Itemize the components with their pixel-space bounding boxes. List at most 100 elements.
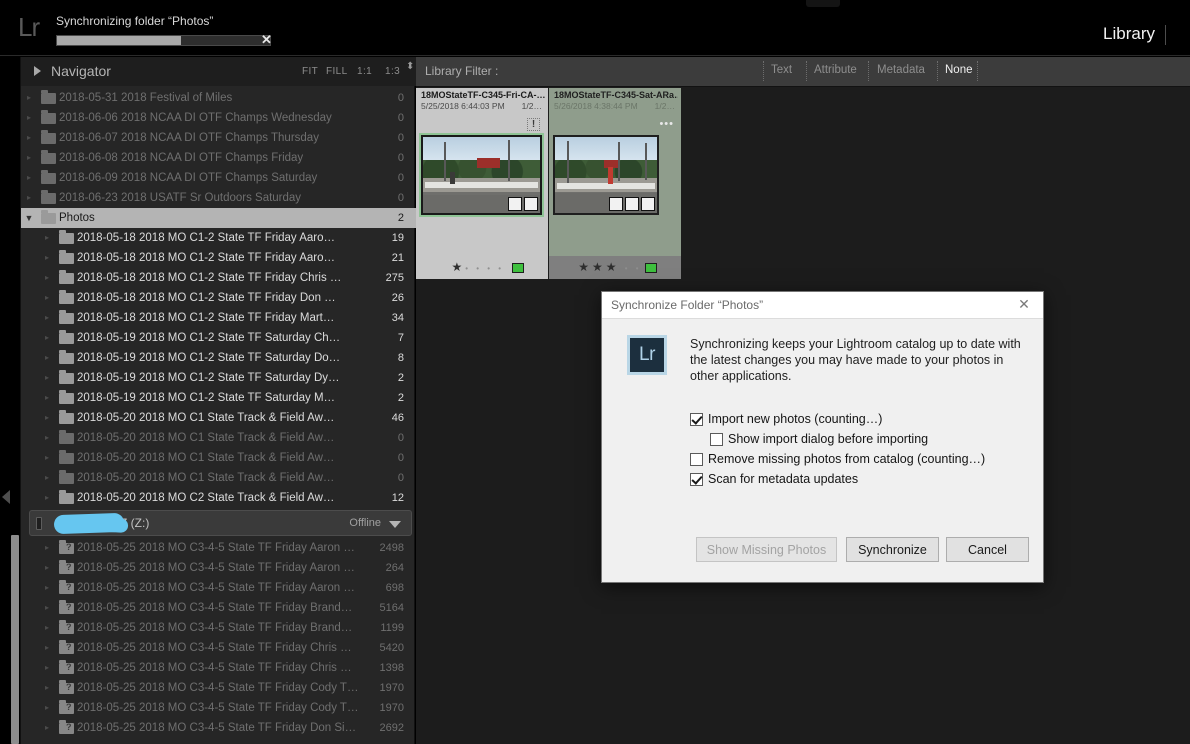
- folder-row[interactable]: ▸? 2018-05-25 2018 MO C3-4-5 State TF Fri…: [21, 698, 416, 718]
- folder-row[interactable]: ▸ 2018-05-18 2018 MO C1-2 State TF Friday…: [21, 268, 416, 288]
- checkbox-import-new-photos[interactable]: Import new photos (counting…): [690, 412, 882, 426]
- grid-cell[interactable]: 18MOStateTF-C345-Sat-ARa… 5/26/2018 4:38…: [549, 88, 681, 279]
- thumbnail-image[interactable]: [419, 133, 544, 217]
- folder-collapse-icon[interactable]: ▼: [21, 213, 37, 223]
- checkbox-box[interactable]: [690, 453, 703, 466]
- close-icon[interactable]: ✕: [1013, 296, 1035, 314]
- cell-rating-bar[interactable]: ★• • • •: [416, 256, 548, 279]
- folder-expand-icon[interactable]: ▸: [39, 663, 55, 673]
- offline-drive-row[interactable]: Z (Z:) Offline: [29, 510, 412, 536]
- missing-photo-warning-icon[interactable]: !: [527, 118, 540, 131]
- module-library[interactable]: Library: [1103, 24, 1155, 44]
- navigator-header[interactable]: Navigator FIT FILL 1:1 1:3 ⬍: [21, 57, 416, 86]
- folder-expand-icon[interactable]: ▸: [39, 583, 55, 593]
- color-label-swatch[interactable]: [645, 263, 657, 273]
- filter-chip-metadata[interactable]: Metadata: [877, 64, 925, 76]
- left-panel-collapse-arrow-icon[interactable]: [2, 490, 10, 504]
- folder-row[interactable]: ▸ 2018-05-19 2018 MO C1-2 State TF Saturd…: [21, 328, 416, 348]
- folder-expand-icon[interactable]: ▸: [39, 273, 55, 283]
- folder-row[interactable]: ▸ 2018-06-08 2018 NCAA DI OTF Champs Frid…: [21, 148, 416, 168]
- folder-row[interactable]: ▸ 2018-05-18 2018 MO C1-2 State TF Friday…: [21, 248, 416, 268]
- folder-tree[interactable]: ▸ 2018-05-31 2018 Festival of Miles 0 ▸ 2018…: [21, 88, 416, 744]
- color-label-swatch[interactable]: [512, 263, 524, 273]
- cell-rating-bar[interactable]: ★★★ • •: [549, 256, 681, 279]
- cancel-button[interactable]: Cancel: [946, 537, 1029, 562]
- folder-row[interactable]: ▸ 2018-05-31 2018 Festival of Miles 0: [21, 88, 416, 108]
- thumbnail-image[interactable]: [553, 135, 659, 215]
- folder-expand-icon[interactable]: ▸: [39, 433, 55, 443]
- zoom-level-fit[interactable]: FIT: [302, 66, 318, 77]
- folder-expand-icon[interactable]: ▸: [21, 93, 37, 103]
- zoom-level-fill[interactable]: FILL: [326, 66, 348, 77]
- folder-row[interactable]: ▸ 2018-05-20 2018 MO C1 State Track & Fie…: [21, 468, 416, 488]
- folder-expand-icon[interactable]: ▸: [39, 683, 55, 693]
- folder-row[interactable]: ▸? 2018-05-25 2018 MO C3-4-5 State TF Fri…: [21, 618, 416, 638]
- left-scrollbar-thumb[interactable]: [11, 535, 19, 744]
- folder-row[interactable]: ▸ 2018-05-19 2018 MO C1-2 State TF Saturd…: [21, 388, 416, 408]
- folder-expand-icon[interactable]: ▸: [39, 393, 55, 403]
- folder-expand-icon[interactable]: ▸: [21, 193, 37, 203]
- zoom-level-1-3[interactable]: 1:3: [385, 66, 400, 77]
- folder-expand-icon[interactable]: ▸: [39, 473, 55, 483]
- folder-row[interactable]: ▸? 2018-05-25 2018 MO C3-4-5 State TF Fri…: [21, 718, 416, 738]
- zoom-stepper-icon[interactable]: ⬍: [406, 62, 414, 72]
- folder-expand-icon[interactable]: ▸: [39, 643, 55, 653]
- zoom-level-1-1[interactable]: 1:1: [357, 66, 372, 77]
- folder-expand-icon[interactable]: ▸: [21, 133, 37, 143]
- folder-expand-icon[interactable]: ▸: [39, 603, 55, 613]
- checkbox-box[interactable]: [690, 413, 703, 426]
- filter-chip-none[interactable]: None: [945, 64, 973, 76]
- cancel-sync-icon[interactable]: ✕: [261, 33, 272, 47]
- show-missing-photos-button[interactable]: Show Missing Photos: [696, 537, 837, 562]
- folder-row[interactable]: ▸ 2018-06-23 2018 USATF Sr Outdoors Satur…: [21, 188, 416, 208]
- checkbox-scan-metadata-updates[interactable]: Scan for metadata updates: [690, 472, 858, 486]
- folder-expand-icon[interactable]: ▸: [39, 313, 55, 323]
- folder-row[interactable]: ▸ 2018-06-06 2018 NCAA DI OTF Champs Wedn…: [21, 108, 416, 128]
- folder-row[interactable]: ▸ 2018-06-07 2018 NCAA DI OTF Champs Thur…: [21, 128, 416, 148]
- folder-row[interactable]: ▸ 2018-05-20 2018 MO C2 State Track & Fie…: [21, 488, 416, 508]
- folder-expand-icon[interactable]: ▸: [39, 293, 55, 303]
- top-panel-collapse-handle[interactable]: [806, 0, 840, 7]
- folder-row[interactable]: ▸? 2018-05-25 2018 MO C3-4-5 State TF Fri…: [21, 538, 416, 558]
- star-rating[interactable]: ★• • • •: [451, 261, 504, 275]
- folder-row[interactable]: ▸ 2018-05-20 2018 MO C1 State Track & Fie…: [21, 428, 416, 448]
- folder-row[interactable]: ▸ 2018-06-09 2018 NCAA DI OTF Champs Satu…: [21, 168, 416, 188]
- folder-expand-icon[interactable]: ▸: [39, 623, 55, 633]
- folder-expand-icon[interactable]: ▸: [39, 543, 55, 553]
- cell-overflow-dots-icon[interactable]: •••: [659, 119, 674, 130]
- checkbox-remove-missing-photos[interactable]: Remove missing photos from catalog (coun…: [690, 452, 985, 466]
- checkbox-box[interactable]: [710, 433, 723, 446]
- folder-row[interactable]: ▸ 2018-05-18 2018 MO C1-2 State TF Friday…: [21, 228, 416, 248]
- folder-row[interactable]: ▸? 2018-05-25 2018 MO C3-4-5 State TF Fri…: [21, 658, 416, 678]
- folder-expand-icon[interactable]: ▸: [21, 113, 37, 123]
- folder-row[interactable]: ▸? 2018-05-25 2018 MO C3-4-5 State TF Fri…: [21, 638, 416, 658]
- folder-expand-icon[interactable]: ▸: [39, 453, 55, 463]
- folder-row[interactable]: ▸? 2018-05-25 2018 MO C3-4-5 State TF Fri…: [21, 578, 416, 598]
- checkbox-box[interactable]: [690, 473, 703, 486]
- filter-chip-text[interactable]: Text: [771, 64, 792, 76]
- star-rating[interactable]: ★★★ • •: [578, 261, 641, 275]
- folder-row[interactable]: ▼ Photos 2: [21, 208, 416, 228]
- filter-chip-attribute[interactable]: Attribute: [814, 64, 857, 76]
- folder-expand-icon[interactable]: ▸: [39, 333, 55, 343]
- folder-row[interactable]: ▸? 2018-05-25 2018 MO C3-4-5 State TF Fri…: [21, 558, 416, 578]
- folder-expand-icon[interactable]: ▸: [21, 153, 37, 163]
- grid-cell[interactable]: 18MOStateTF-C345-Fri-CA-… 5/25/2018 6:44…: [416, 88, 548, 279]
- folder-row[interactable]: ▸ 2018-05-20 2018 MO C1 State Track & Fie…: [21, 448, 416, 468]
- folder-expand-icon[interactable]: ▸: [39, 703, 55, 713]
- folder-row[interactable]: ▸? 2018-05-25 2018 MO C3-4-5 State TF Fri…: [21, 678, 416, 698]
- folder-row[interactable]: ▸ 2018-05-19 2018 MO C1-2 State TF Saturd…: [21, 368, 416, 388]
- folder-expand-icon[interactable]: ▸: [39, 233, 55, 243]
- folder-row[interactable]: ▸ 2018-05-18 2018 MO C1-2 State TF Friday…: [21, 308, 416, 328]
- folder-expand-icon[interactable]: ▸: [39, 353, 55, 363]
- folder-expand-icon[interactable]: ▸: [39, 413, 55, 423]
- folder-expand-icon[interactable]: ▸: [39, 373, 55, 383]
- folder-expand-icon[interactable]: ▸: [21, 173, 37, 183]
- folder-row[interactable]: ▸ 2018-05-20 2018 MO C1 State Track & Fie…: [21, 408, 416, 428]
- folder-row[interactable]: ▸? 2018-05-25 2018 MO C3-4-5 State TF Fri…: [21, 598, 416, 618]
- synchronize-button[interactable]: Synchronize: [846, 537, 939, 562]
- folder-expand-icon[interactable]: ▸: [39, 253, 55, 263]
- folder-row[interactable]: ▸ 2018-05-19 2018 MO C1-2 State TF Saturd…: [21, 348, 416, 368]
- checkbox-show-import-dialog[interactable]: Show import dialog before importing: [710, 432, 928, 446]
- folder-row[interactable]: ▸ 2018-05-18 2018 MO C1-2 State TF Friday…: [21, 288, 416, 308]
